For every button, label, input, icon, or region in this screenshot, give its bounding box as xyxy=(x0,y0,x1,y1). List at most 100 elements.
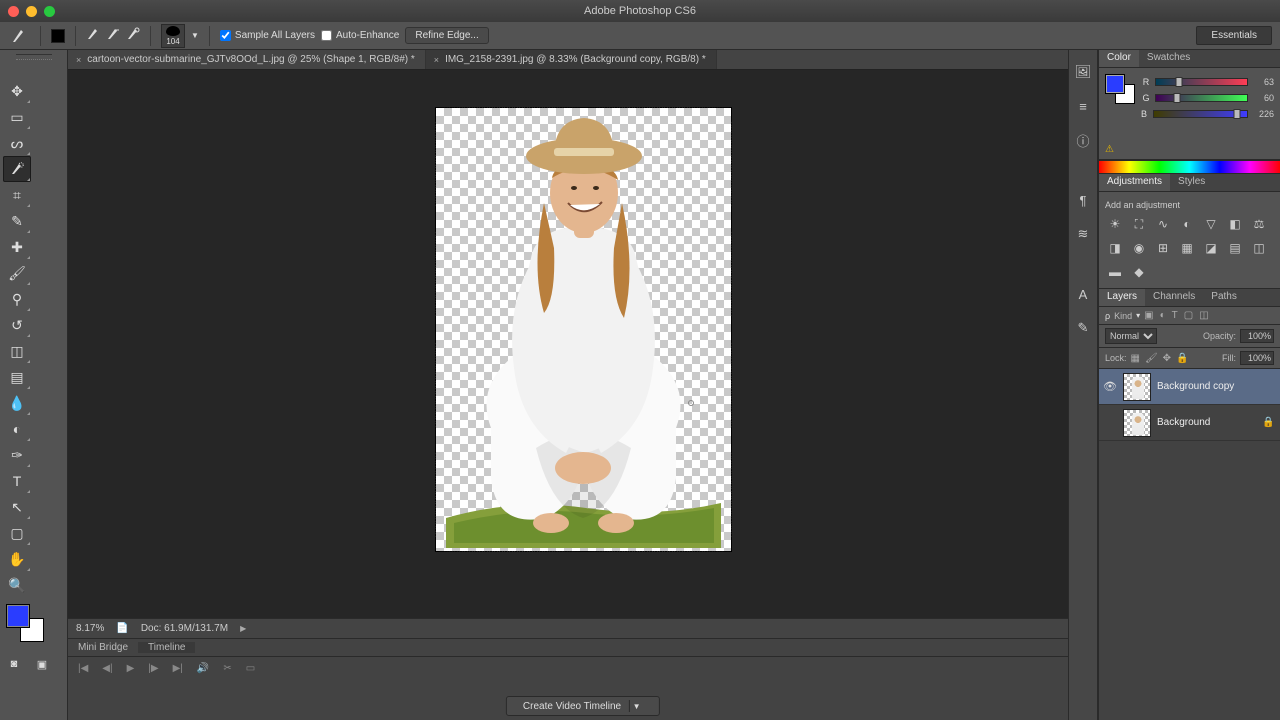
properties-panel-icon[interactable]: ⓘ xyxy=(1073,130,1093,150)
auto-enhance-checkbox[interactable]: Auto-Enhance xyxy=(321,30,399,41)
brush-add-icon[interactable] xyxy=(86,27,100,44)
brush-preset-picker[interactable]: 104 xyxy=(161,24,185,48)
zoom-level[interactable]: 8.17% xyxy=(76,623,104,634)
history-panel-icon[interactable]: 🖼 xyxy=(1073,62,1093,82)
gradient-tool-icon[interactable]: ▤ xyxy=(3,364,31,390)
bw-icon[interactable]: ◨ xyxy=(1107,240,1123,256)
fg-color-swatch[interactable] xyxy=(1105,74,1125,94)
zoom-tool-icon[interactable]: 🔍 xyxy=(3,572,31,598)
canvas[interactable] xyxy=(68,70,1098,618)
color-lookup-icon[interactable]: ▦ xyxy=(1179,240,1195,256)
color-slider[interactable] xyxy=(1155,94,1248,102)
color-swatches[interactable] xyxy=(4,604,64,652)
tab-timeline[interactable]: Timeline xyxy=(138,642,195,653)
curves-icon[interactable]: ∿ xyxy=(1155,216,1171,232)
eyedropper-tool-icon[interactable]: ✎ xyxy=(3,208,31,234)
eraser-tool-icon[interactable]: ◫ xyxy=(3,338,31,364)
selective-color-icon[interactable]: ◆ xyxy=(1131,264,1147,280)
history-brush-tool-icon[interactable]: ↺ xyxy=(3,312,31,338)
foreground-color-swatch[interactable] xyxy=(6,604,30,628)
blend-mode-select[interactable]: Normal xyxy=(1105,328,1157,344)
type-panel-icon[interactable]: A xyxy=(1073,284,1093,304)
threshold-icon[interactable]: ◫ xyxy=(1251,240,1267,256)
hand-tool-icon[interactable]: ✋ xyxy=(3,546,31,572)
close-tab-icon[interactable]: × xyxy=(76,55,81,65)
brush-refine-icon[interactable] xyxy=(126,27,140,44)
sample-all-layers-checkbox[interactable]: Sample All Layers xyxy=(220,30,315,41)
tab-styles[interactable]: Styles xyxy=(1170,174,1213,191)
layer-name[interactable]: Background copy xyxy=(1157,381,1256,392)
filter-pixel-icon[interactable]: ▣ xyxy=(1144,310,1153,321)
timeline-play-icon[interactable]: ▶ xyxy=(127,663,135,674)
filter-kind-icon[interactable]: ρ xyxy=(1105,311,1110,321)
lasso-tool-icon[interactable]: ᔕ xyxy=(3,130,31,156)
dodge-tool-icon[interactable]: ◐ xyxy=(3,416,31,442)
levels-icon[interactable]: ⛶ xyxy=(1131,216,1147,232)
color-spectrum[interactable] xyxy=(1099,160,1280,174)
tab-channels[interactable]: Channels xyxy=(1145,289,1203,306)
layer-thumbnail[interactable] xyxy=(1123,409,1151,437)
tab-color[interactable]: Color xyxy=(1099,50,1139,67)
mode-add-icon[interactable] xyxy=(51,29,65,43)
selection-tool-icon[interactable]: ▭ xyxy=(3,104,31,130)
gamut-warning-icon[interactable]: ⚠ xyxy=(1105,144,1114,155)
brightness-contrast-icon[interactable]: ☀ xyxy=(1107,216,1123,232)
brush-dropdown-icon[interactable]: ▼ xyxy=(191,31,199,40)
tab-adjustments[interactable]: Adjustments xyxy=(1099,174,1170,191)
gradient-map-icon[interactable]: ▬ xyxy=(1107,264,1123,280)
exposure-icon[interactable]: ◐ xyxy=(1179,216,1195,232)
screen-mode-icon[interactable]: ▣ xyxy=(31,654,53,674)
document-tab[interactable]: × IMG_2158-2391.jpg @ 8.33% (Background … xyxy=(426,50,717,69)
paragraph-panel-icon[interactable]: ≋ xyxy=(1073,224,1093,244)
lock-all-icon[interactable]: 🔒 xyxy=(1176,353,1188,364)
tab-layers[interactable]: Layers xyxy=(1099,289,1145,306)
brush-panel-icon[interactable]: ✎ xyxy=(1073,318,1093,338)
lock-position-icon[interactable]: ✥ xyxy=(1163,353,1171,364)
color-slider[interactable] xyxy=(1153,110,1248,118)
visibility-toggle-icon[interactable]: 👁 xyxy=(1103,380,1117,393)
filter-adjust-icon[interactable]: ◐ xyxy=(1160,310,1166,321)
filter-smart-icon[interactable]: ◫ xyxy=(1199,310,1208,321)
fill-input[interactable] xyxy=(1240,351,1274,365)
create-video-timeline-button[interactable]: Create Video Timeline ▼ xyxy=(506,696,660,716)
workspace-switcher[interactable]: Essentials xyxy=(1196,26,1272,45)
tab-swatches[interactable]: Swatches xyxy=(1139,50,1198,67)
brush-subtract-icon[interactable] xyxy=(106,27,120,44)
move-tool-icon[interactable]: ✥ xyxy=(3,78,31,104)
lock-pixels-icon[interactable]: 🖌 xyxy=(1145,353,1158,364)
character-panel-icon[interactable]: ¶ xyxy=(1073,190,1093,210)
timeline-transition-icon[interactable]: ▭ xyxy=(246,663,255,674)
layer-row[interactable]: 👁 Background copy xyxy=(1099,369,1280,405)
color-slider[interactable] xyxy=(1155,78,1248,86)
status-menu-icon[interactable]: 📄 xyxy=(116,623,128,634)
path-selection-tool-icon[interactable]: ↖ xyxy=(3,494,31,520)
timeline-audio-icon[interactable]: 🔊 xyxy=(197,663,209,674)
tab-mini-bridge[interactable]: Mini Bridge xyxy=(68,642,138,653)
crop-tool-icon[interactable]: ⌗ xyxy=(3,182,31,208)
timeline-prev-frame-icon[interactable]: ◀| xyxy=(102,663,112,674)
close-tab-icon[interactable]: × xyxy=(434,55,439,65)
type-tool-icon[interactable]: T xyxy=(3,468,31,494)
healing-brush-tool-icon[interactable]: ✚ xyxy=(3,234,31,260)
vibrance-icon[interactable]: ▽ xyxy=(1203,216,1219,232)
refine-edge-button[interactable]: Refine Edge... xyxy=(405,27,488,44)
status-caret-icon[interactable]: ▶ xyxy=(240,624,246,633)
filter-type-icon[interactable]: T xyxy=(1172,310,1178,321)
actions-panel-icon[interactable]: ≡ xyxy=(1073,96,1093,116)
layer-thumbnail[interactable] xyxy=(1123,373,1151,401)
layer-name[interactable]: Background xyxy=(1157,417,1256,428)
channel-mixer-icon[interactable]: ⊞ xyxy=(1155,240,1171,256)
timeline-split-icon[interactable]: ✂ xyxy=(223,663,231,674)
quick-mask-icon[interactable]: ◙ xyxy=(3,654,25,674)
document-tab[interactable]: × cartoon-vector-submarine_GJTv8OOd_L.jp… xyxy=(68,50,426,69)
timeline-first-frame-icon[interactable]: |◀ xyxy=(78,663,88,674)
posterize-icon[interactable]: ▤ xyxy=(1227,240,1243,256)
chevron-down-icon[interactable]: ▼ xyxy=(629,700,643,712)
filter-shape-icon[interactable]: ▢ xyxy=(1184,310,1193,321)
timeline-next-frame-icon[interactable]: |▶ xyxy=(148,663,158,674)
pen-tool-icon[interactable]: ✑ xyxy=(3,442,31,468)
photo-filter-icon[interactable]: ◉ xyxy=(1131,240,1147,256)
timeline-last-frame-icon[interactable]: ▶| xyxy=(173,663,183,674)
lock-transparency-icon[interactable]: ▦ xyxy=(1131,353,1140,364)
shape-tool-icon[interactable]: ▢ xyxy=(3,520,31,546)
